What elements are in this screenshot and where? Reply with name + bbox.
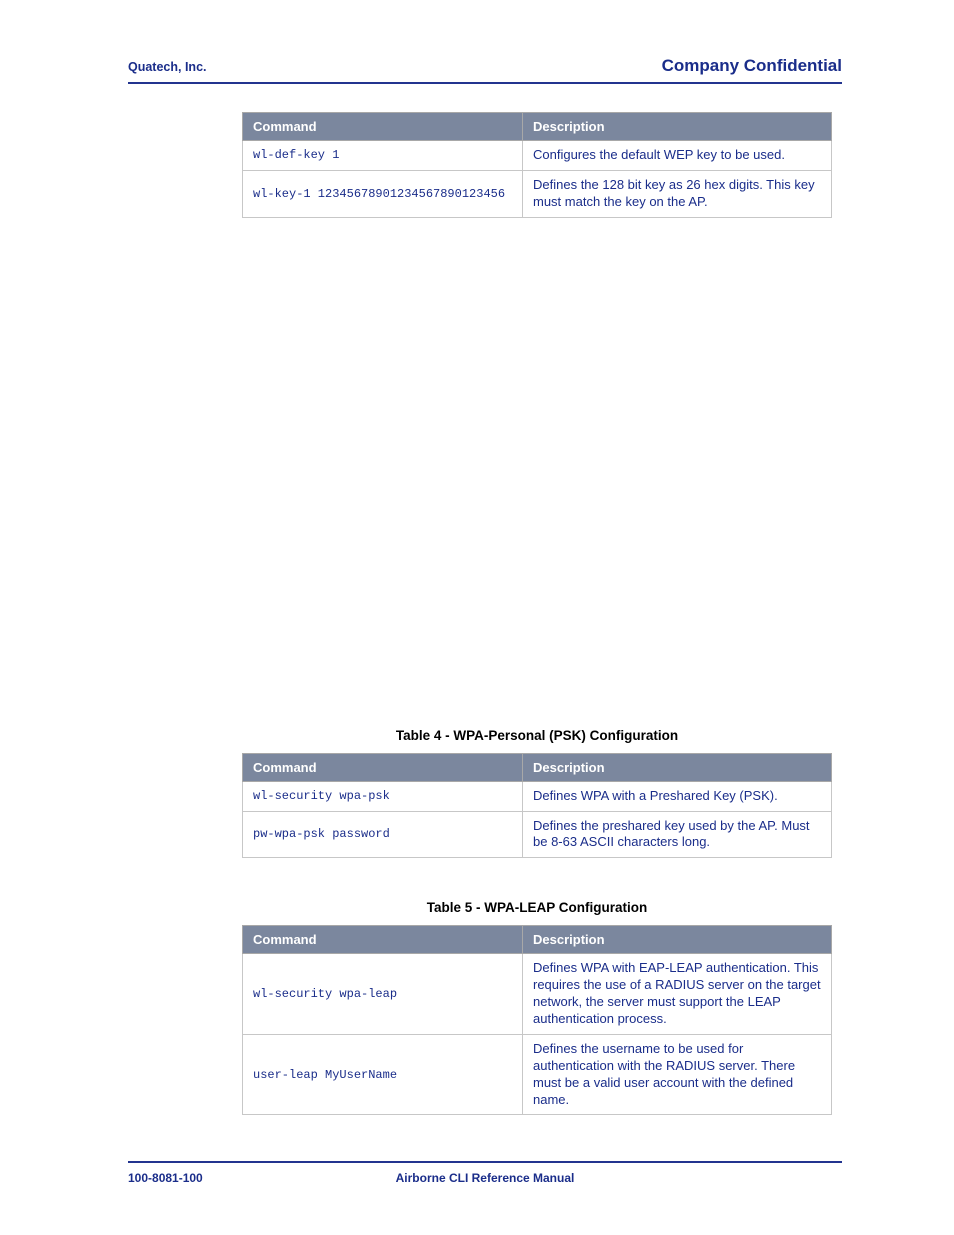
page-footer: 100-8081-100 Airborne CLI Reference Manu… <box>128 1161 842 1185</box>
table-3-wrap: Command Description wl-security wpa-leap… <box>242 925 842 1115</box>
spacer <box>128 218 842 728</box>
header-company: Quatech, Inc. <box>128 60 207 74</box>
cell-description: Defines the 128 bit key as 26 hex digits… <box>523 170 832 217</box>
cell-command: wl-security wpa-leap <box>243 954 523 1035</box>
cell-command: user-leap MyUserName <box>243 1034 523 1115</box>
page-header: Quatech, Inc. Company Confidential <box>128 56 842 84</box>
page: Quatech, Inc. Company Confidential Comma… <box>0 0 954 1235</box>
th-description: Description <box>523 113 832 141</box>
table-3: Command Description wl-security wpa-leap… <box>242 925 832 1115</box>
th-description: Description <box>523 926 832 954</box>
footer-divider <box>128 1161 842 1163</box>
th-command: Command <box>243 113 523 141</box>
table-1: Command Description wl-def-key 1 Configu… <box>242 112 832 218</box>
table-row: pw-wpa-psk password Defines the preshare… <box>243 811 832 858</box>
table-row: wl-def-key 1 Configures the default WEP … <box>243 141 832 171</box>
header-confidential: Company Confidential <box>662 56 842 76</box>
th-command: Command <box>243 753 523 781</box>
table-2-title: Table 4 - WPA-Personal (PSK) Configurati… <box>242 728 832 743</box>
table-row: Command Description <box>243 753 832 781</box>
table-2: Command Description wl-security wpa-psk … <box>242 753 832 859</box>
table-row: Command Description <box>243 113 832 141</box>
cell-description: Defines WPA with a Preshared Key (PSK). <box>523 781 832 811</box>
cell-command: wl-def-key 1 <box>243 141 523 171</box>
table-1-wrap: Command Description wl-def-key 1 Configu… <box>242 112 842 218</box>
cell-description: Defines the username to be used for auth… <box>523 1034 832 1115</box>
table-row: user-leap MyUserName Defines the usernam… <box>243 1034 832 1115</box>
cell-description: Defines the preshared key used by the AP… <box>523 811 832 858</box>
cell-command: pw-wpa-psk password <box>243 811 523 858</box>
table-2-wrap: Command Description wl-security wpa-psk … <box>242 753 842 859</box>
table-row: wl-security wpa-leap Defines WPA with EA… <box>243 954 832 1035</box>
table-row: wl-key-1 12345678901234567890123456 Defi… <box>243 170 832 217</box>
footer-title: Airborne CLI Reference Manual <box>128 1171 842 1185</box>
cell-description: Defines WPA with EAP-LEAP authentication… <box>523 954 832 1035</box>
spacer <box>128 858 842 900</box>
cell-command: wl-security wpa-psk <box>243 781 523 811</box>
table-3-title: Table 5 - WPA-LEAP Configuration <box>242 900 832 915</box>
table-row: wl-security wpa-psk Defines WPA with a P… <box>243 781 832 811</box>
table-row: Command Description <box>243 926 832 954</box>
cell-command: wl-key-1 12345678901234567890123456 <box>243 170 523 217</box>
cell-description: Configures the default WEP key to be use… <box>523 141 832 171</box>
th-command: Command <box>243 926 523 954</box>
th-description: Description <box>523 753 832 781</box>
